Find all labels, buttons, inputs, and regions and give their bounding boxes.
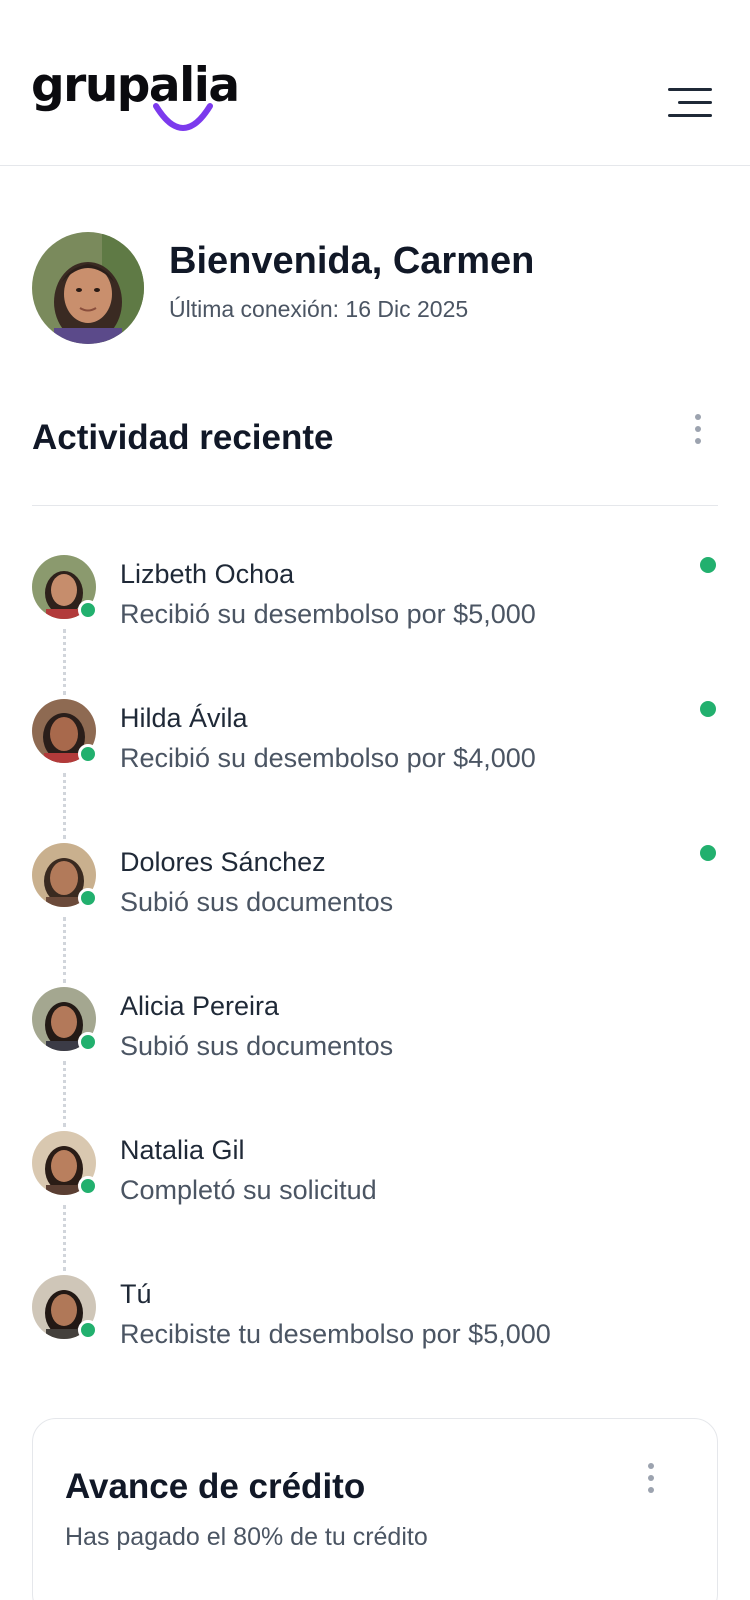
activity-text: Recibió su desembolso por $4,000 (120, 743, 536, 773)
list-item[interactable]: Hilda Ávila Recibió su desembolso por $4… (32, 697, 718, 839)
list-item[interactable]: Tú Recibiste tu desembolso por $5,000 (32, 1273, 718, 1373)
more-options-icon[interactable] (641, 1461, 661, 1497)
activity-text: Completó su solicitud (120, 1175, 377, 1205)
online-status-dot (78, 744, 98, 764)
online-status-dot (78, 1176, 98, 1196)
activity-text: Subió sus documentos (120, 1031, 394, 1061)
activity-name: Tú (120, 1279, 152, 1309)
activity-text: Recibió su desembolso por $5,000 (120, 599, 536, 629)
app-header: grupalia (0, 0, 750, 166)
logo-smile-icon (153, 103, 213, 131)
list-item[interactable]: Alicia Pereira Subió sus documentos (32, 985, 718, 1127)
activity-name: Hilda Ávila (120, 703, 248, 733)
recent-activity-title: Actividad reciente (32, 418, 334, 457)
activity-text: Recibiste tu desembolso por $5,000 (120, 1319, 551, 1349)
activity-text: Subió sus documentos (120, 887, 394, 917)
timeline-connector (63, 1061, 66, 1127)
credit-progress-card: Avance de crédito Has pagado el 80% de t… (32, 1418, 718, 1600)
hamburger-menu-icon[interactable] (668, 86, 712, 122)
list-item[interactable]: Natalia Gil Completó su solicitud (32, 1129, 718, 1271)
credit-progress-title: Avance de crédito (65, 1467, 366, 1506)
unread-indicator (700, 557, 716, 573)
activity-name: Alicia Pereira (120, 991, 280, 1021)
unread-indicator (700, 845, 716, 861)
list-item[interactable]: Lizbeth Ochoa Recibió su desembolso por … (32, 553, 718, 695)
timeline-connector (63, 629, 66, 695)
timeline-connector (63, 917, 66, 983)
timeline-connector (63, 1205, 66, 1271)
online-status-dot (78, 600, 98, 620)
last-login-text: Última conexión: 16 Dic 2025 (169, 296, 469, 322)
unread-indicator (700, 701, 716, 717)
user-avatar[interactable] (32, 232, 144, 344)
welcome-section: Bienvenida, Carmen Última conexión: 16 D… (32, 232, 722, 352)
online-status-dot (78, 1320, 98, 1340)
activity-name: Lizbeth Ochoa (120, 559, 295, 589)
online-status-dot (78, 888, 98, 908)
activity-name: Natalia Gil (120, 1135, 245, 1165)
welcome-title: Bienvenida, Carmen (169, 240, 535, 282)
recent-activity-header: Actividad reciente (32, 410, 718, 506)
online-status-dot (78, 1032, 98, 1052)
credit-progress-text: Has pagado el 80% de tu crédito (65, 1523, 428, 1551)
activity-name: Dolores Sánchez (120, 847, 326, 877)
timeline-connector (63, 773, 66, 839)
more-options-icon[interactable] (688, 412, 708, 448)
list-item[interactable]: Dolores Sánchez Subió sus documentos (32, 841, 718, 983)
